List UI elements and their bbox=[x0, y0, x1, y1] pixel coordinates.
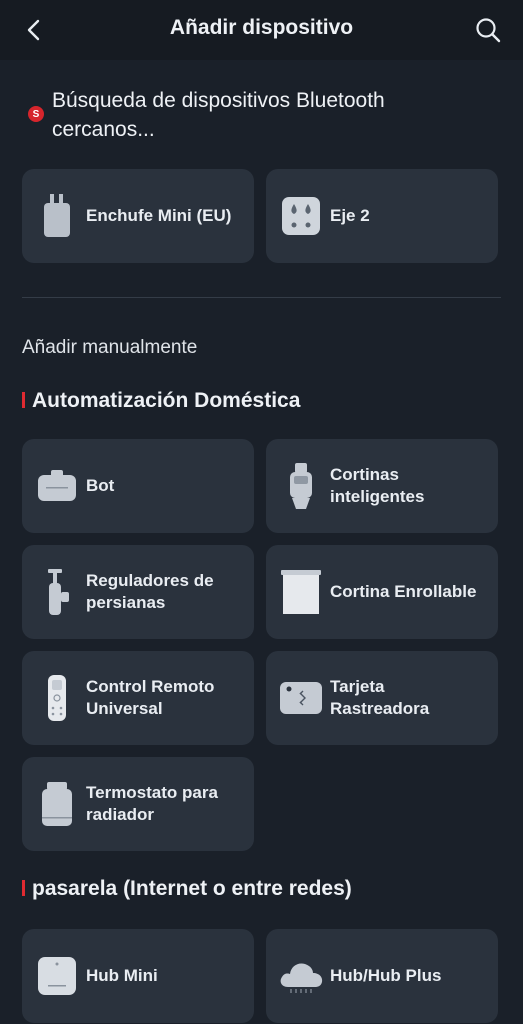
device-label: Reguladores de persianas bbox=[86, 571, 214, 612]
top-bar: Añadir dispositivo bbox=[0, 0, 523, 60]
device-label: Hub Mini bbox=[86, 966, 158, 985]
device-label: Bot bbox=[86, 476, 115, 495]
hub-mini-icon bbox=[34, 953, 80, 999]
device-label: Termostato para radiador bbox=[86, 783, 218, 824]
section-title-gateway: pasarela (Internet o entre redes) bbox=[22, 877, 352, 901]
section-divider bbox=[22, 297, 501, 298]
device-label: Control Remoto Universal bbox=[86, 677, 215, 718]
device-card-curtain[interactable]: Cortinas inteligentes bbox=[266, 439, 498, 533]
device-card-bot[interactable]: Bot bbox=[22, 439, 254, 533]
scan-text: Búsqueda de dispositivos Bluetooth cerca… bbox=[52, 89, 385, 141]
device-label: Hub/Hub Plus bbox=[330, 966, 442, 985]
device-card-thermostat[interactable]: Termostato para radiador bbox=[22, 757, 254, 851]
section-title-text: pasarela (Internet o entre redes) bbox=[32, 877, 352, 900]
search-icon[interactable] bbox=[473, 15, 503, 45]
cloud-hub-icon bbox=[278, 953, 324, 999]
section-title-text: Automatización Doméstica bbox=[32, 389, 301, 412]
scan-badge: S bbox=[28, 106, 44, 122]
plug-icon bbox=[34, 193, 80, 239]
page-title: Añadir dispositivo bbox=[169, 16, 354, 39]
nearby-device-label: Enchufe Mini (EU) bbox=[86, 206, 232, 225]
device-label: Cortina Enrollable bbox=[330, 582, 477, 601]
nearby-device-card[interactable]: Enchufe Mini (EU) bbox=[22, 169, 254, 263]
thermostat-icon bbox=[34, 781, 80, 827]
blind-tilt-icon bbox=[278, 193, 324, 239]
device-label: Cortinas inteligentes bbox=[330, 465, 425, 506]
tracker-card-icon bbox=[278, 675, 324, 721]
roller-shade-icon bbox=[278, 569, 324, 615]
device-card-roller-shade[interactable]: Cortina Enrollable bbox=[266, 545, 498, 639]
section-accent-bar bbox=[22, 392, 25, 408]
device-card-remote[interactable]: Control Remoto Universal bbox=[22, 651, 254, 745]
nearby-device-label: Eje 2 bbox=[330, 206, 370, 225]
bot-icon bbox=[34, 463, 80, 509]
device-card-hub-plus[interactable]: Hub/Hub Plus bbox=[266, 929, 498, 1023]
section-title-home-automation: Automatización Doméstica bbox=[22, 389, 300, 413]
remote-icon bbox=[34, 675, 80, 721]
section-accent-bar bbox=[22, 880, 25, 896]
device-label: Tarjeta Rastreadora bbox=[330, 677, 430, 718]
blind-regulator-icon bbox=[34, 569, 80, 615]
nearby-device-card[interactable]: Eje 2 bbox=[266, 169, 498, 263]
device-card-tracker[interactable]: Tarjeta Rastreadora bbox=[266, 651, 498, 745]
curtain-icon bbox=[278, 463, 324, 509]
device-card-hub-mini[interactable]: Hub Mini bbox=[22, 929, 254, 1023]
manual-add-label: Añadir manualmente bbox=[22, 337, 198, 358]
device-card-blind-regulator[interactable]: Reguladores de persianas bbox=[22, 545, 254, 639]
